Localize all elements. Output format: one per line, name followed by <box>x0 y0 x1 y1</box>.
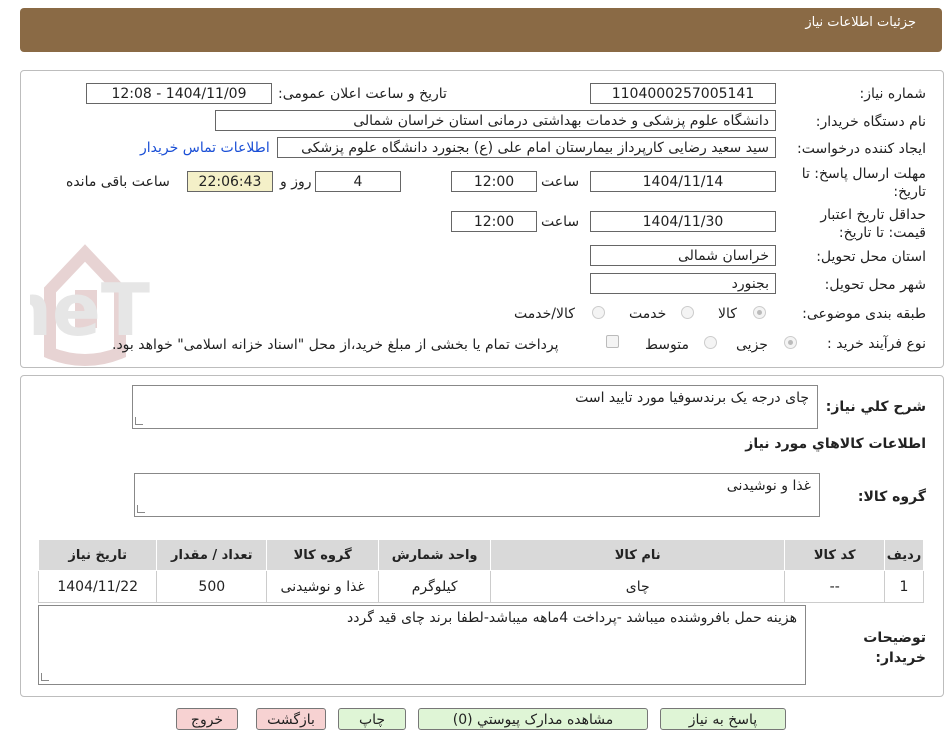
buyer-notes-textarea[interactable]: هزینه حمل بافروشنده میباشد -پرداخت 4ماهه… <box>38 605 806 685</box>
cell-name: چای <box>490 570 786 603</box>
price-validity-label: حداقل تاریخ اعتبار قیمت: تا تاریخ: <box>820 207 926 241</box>
category-goods-service-label: کالا/خدمت <box>514 306 575 322</box>
purchase-medium-radio[interactable] <box>704 336 717 349</box>
goods-group-label: گروه کالا: <box>857 489 926 505</box>
col-group-header: گروه کالا <box>266 539 380 571</box>
col-row-header: ردیف <box>884 539 924 571</box>
requester-label: ایجاد کننده درخواست: <box>797 141 926 157</box>
page-header <box>20 8 942 52</box>
cell-unit: کیلوگرم <box>378 570 492 603</box>
buyer-notes-label: توضیحات خریدار: <box>863 630 926 666</box>
table-header-row: ردیف کد کالا نام کالا واحد شمارش گروه کا… <box>37 539 924 571</box>
need-number-label: شماره نیاز: <box>859 86 927 102</box>
category-goods-service-radio[interactable] <box>592 306 605 319</box>
general-desc-text: چای درجه یک برندسوفیا مورد تایید است <box>575 390 809 406</box>
resize-handle-icon[interactable] <box>137 505 145 513</box>
resize-handle-icon[interactable] <box>41 673 49 681</box>
remaining-label: ساعت باقی مانده <box>66 174 170 190</box>
purchase-partial-label: جزیی <box>736 337 768 353</box>
buyer-notes-text: هزینه حمل بافروشنده میباشد -پرداخت 4ماهه… <box>347 610 797 626</box>
buyer-contact-link[interactable]: اطلاعات تماس خریدار <box>140 140 270 156</box>
days-and-label: روز و <box>280 174 312 190</box>
validity-time-field: 12:00 <box>451 211 537 232</box>
page-title: جزئیات اطلاعات نیاز <box>805 15 916 30</box>
city-label: شهر محل تحویل: <box>824 277 926 293</box>
validity-date-field: 1404/11/30 <box>590 211 776 232</box>
col-qty-header: تعداد / مقدار <box>156 539 268 571</box>
cell-qty: 500 <box>156 570 268 603</box>
category-goods-label: کالا <box>718 306 737 322</box>
category-goods-radio[interactable] <box>753 306 766 319</box>
category-label: طبقه بندی موضوعی: <box>802 306 926 322</box>
purchase-type-label: نوع فرآیند خرید : <box>827 336 926 352</box>
category-service-label: خدمت <box>629 306 667 322</box>
buyer-org-field: دانشگاه علوم پزشکی و خدمات بهداشتی درمان… <box>215 110 776 131</box>
days-field: 4 <box>315 171 401 192</box>
purchase-medium-label: متوسط <box>645 337 689 353</box>
exit-button[interactable]: خروج <box>176 708 238 730</box>
reply-button[interactable]: پاسخ به نیاز <box>660 708 786 730</box>
requester-field: سید سعید رضایی کارپرداز بیمارستان امام ع… <box>277 137 776 158</box>
reply-time-label: ساعت <box>541 174 580 190</box>
cell-code: -- <box>784 570 886 603</box>
col-unit-header: واحد شمارش <box>378 539 492 571</box>
cell-row: 1 <box>884 570 924 603</box>
treasury-checkbox[interactable] <box>606 335 619 348</box>
province-field: خراسان شمالی <box>590 245 776 266</box>
back-button[interactable]: بازگشت <box>256 708 326 730</box>
cell-date: 1404/11/22 <box>37 570 158 603</box>
need-number-field: 1104000257005141 <box>590 83 776 104</box>
col-date-header: تاریخ نیاز <box>37 539 158 571</box>
goods-group-textarea[interactable]: غذا و نوشیدنی <box>134 473 820 517</box>
reply-time-field: 12:00 <box>451 171 537 192</box>
general-desc-label: شرح کلي نياز: <box>825 399 926 415</box>
goods-group-text: غذا و نوشیدنی <box>726 478 811 494</box>
buyer-org-label: نام دستگاه خریدار: <box>815 114 926 130</box>
resize-handle-icon[interactable] <box>135 417 143 425</box>
purchase-partial-radio[interactable] <box>784 336 797 349</box>
validity-time-label: ساعت <box>541 214 580 230</box>
table-row: 1 -- چای کیلوگرم غذا و نوشیدنی 500 1404/… <box>37 570 924 603</box>
reply-deadline-label: مهلت ارسال پاسخ: تا تاریخ: <box>801 166 926 200</box>
province-label: استان محل تحویل: <box>816 249 926 265</box>
general-desc-textarea[interactable]: چای درجه یک برندسوفیا مورد تایید است <box>132 385 818 429</box>
cell-group: غذا و نوشیدنی <box>266 570 380 603</box>
announce-datetime-label: تاریخ و ساعت اعلان عمومی: <box>278 86 447 102</box>
treasury-note: پرداخت تمام یا بخشی از مبلغ خرید،از محل … <box>112 337 559 353</box>
reply-date-field: 1404/11/14 <box>590 171 776 192</box>
attachments-button[interactable]: مشاهده مدارک پیوستي (0) <box>418 708 648 730</box>
category-service-radio[interactable] <box>681 306 694 319</box>
city-field: بجنورد <box>590 273 776 294</box>
goods-table: ردیف کد کالا نام کالا واحد شمارش گروه کا… <box>37 539 924 603</box>
col-name-header: نام کالا <box>490 539 786 571</box>
print-button[interactable]: چاپ <box>338 708 406 730</box>
col-code-header: کد کالا <box>784 539 886 571</box>
goods-info-heading: اطلاعات کالاهاي مورد نياز <box>745 436 926 452</box>
remaining-time-field: 22:06:43 <box>187 171 273 192</box>
announce-datetime-field: 1404/11/09 - 12:08 <box>86 83 272 104</box>
